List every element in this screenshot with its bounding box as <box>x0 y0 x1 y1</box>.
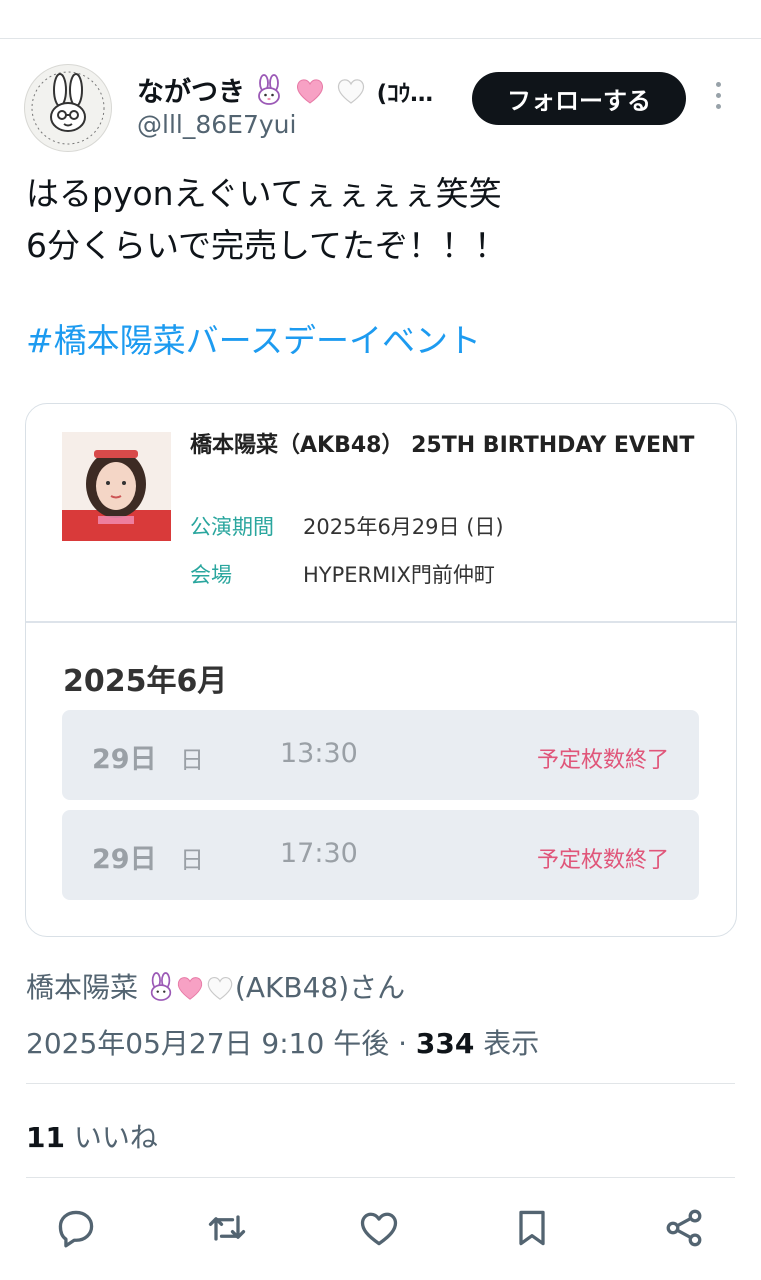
rabbit-emoji-icon <box>258 74 281 105</box>
event-photo-image <box>62 432 171 541</box>
slot-weekday: 日 <box>180 846 204 874</box>
slot-status: 予定枚数終了 <box>536 748 669 773</box>
tweet-line-1: はるpyonえぐいてぇぇぇぇ笑笑 <box>26 174 502 213</box>
slot-day: 29日 <box>92 744 157 775</box>
likes-number: 11 <box>26 1121 65 1154</box>
view-count: 334 <box>415 1027 475 1060</box>
likes-label: いいね <box>73 1121 158 1154</box>
event-thumbnail <box>62 432 171 541</box>
white-heart-icon <box>338 79 365 104</box>
timestamp[interactable]: 2025年05月27日 9:10 午後 <box>26 1027 389 1060</box>
month-heading: 2025年6月 <box>63 664 228 699</box>
slot-weekday: 日 <box>180 746 204 774</box>
avatar[interactable] <box>24 64 112 152</box>
event-title: 橋本陽菜（AKB48） 25TH BIRTHDAY EVENT <box>190 433 695 458</box>
follow-button[interactable]: フォローする <box>472 72 686 125</box>
event-card[interactable]: 橋本陽菜（AKB48） 25TH BIRTHDAY EVENT 公演期間 202… <box>25 403 737 937</box>
divider <box>26 1177 735 1178</box>
top-divider <box>0 38 761 39</box>
slot-time: 13:30 <box>280 738 358 769</box>
via-suffix: (AKB48)さん <box>234 971 406 1004</box>
performance-slot[interactable]: 29日 日 13:30 予定枚数終了 <box>62 710 699 800</box>
via-account[interactable]: 橋本陽菜 (AKB48)さん <box>26 966 405 1006</box>
display-name[interactable]: ながつき (ｺｳ… <box>137 70 433 109</box>
tweet-body: はるpyonえぐいてぇぇぇぇ笑笑 6分くらいで完売してたぞ！！！ <box>26 168 507 272</box>
venue-label: 会場 <box>190 563 232 587</box>
display-name-suffix: (ｺｳ… <box>376 81 434 107</box>
slot-day: 29日 <box>92 844 157 875</box>
performance-slot[interactable]: 29日 日 17:30 予定枚数終了 <box>62 810 699 900</box>
period-value: 2025年6月29日 (日) <box>303 515 504 539</box>
view-label: 表示 <box>483 1027 540 1060</box>
bookmark-icon[interactable] <box>510 1206 554 1250</box>
white-heart-icon <box>207 977 233 1000</box>
slot-status: 予定枚数終了 <box>536 848 669 873</box>
retweet-icon[interactable] <box>205 1206 249 1250</box>
tweet-line-2: 6分くらいで完売してたぞ！！！ <box>26 226 508 265</box>
meta-separator: · <box>398 1027 408 1060</box>
user-handle[interactable]: @lll_86E7yui <box>137 110 296 139</box>
pink-heart-icon <box>177 977 203 1000</box>
hashtag-link[interactable]: #橋本陽菜バースデーイベント <box>26 314 481 362</box>
period-label: 公演期間 <box>190 515 274 539</box>
slot-time: 17:30 <box>280 838 358 869</box>
card-divider <box>26 621 736 623</box>
bunny-avatar-icon <box>31 71 105 145</box>
via-name: 橋本陽菜 <box>26 971 139 1004</box>
reply-icon[interactable] <box>54 1206 98 1250</box>
more-options-icon[interactable] <box>708 82 728 118</box>
tweet-meta: 2025年05月27日 9:10 午後 · 334 表示 <box>26 1022 539 1062</box>
rabbit-emoji-icon <box>150 972 172 1001</box>
share-icon[interactable] <box>662 1206 706 1250</box>
like-icon[interactable] <box>357 1206 401 1250</box>
venue-value: HYPERMIX門前仲町 <box>303 563 495 587</box>
display-name-text: ながつき <box>137 77 245 108</box>
pink-heart-icon <box>296 79 323 104</box>
likes-count[interactable]: 11 いいね <box>26 1116 158 1156</box>
divider <box>26 1083 735 1084</box>
